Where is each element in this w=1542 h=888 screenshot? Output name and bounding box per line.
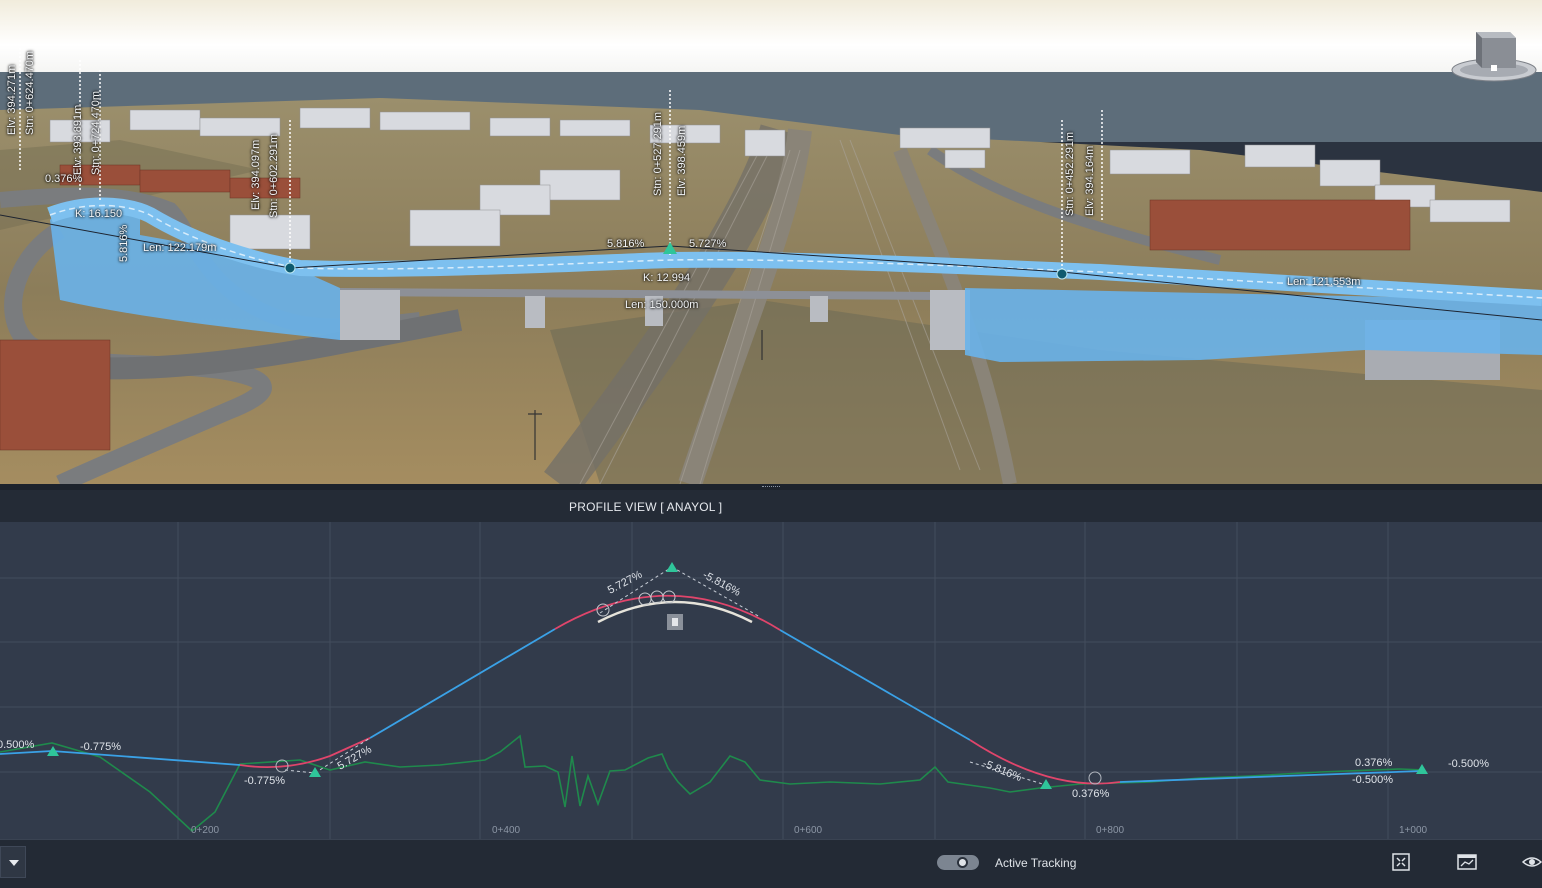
len-right-label: Len: 121.553m [1287, 276, 1361, 288]
grade-left-vertical-label: 5.816% [118, 224, 130, 262]
eye-icon[interactable] [1522, 852, 1542, 872]
station-left2-label: Stn: 0+724.470m [90, 90, 102, 175]
k-value-left-label: K: 16.150 [75, 208, 123, 220]
grade-right-top-label: 5.727% [689, 238, 727, 250]
station-tick-4: 1+000 [1399, 825, 1428, 836]
fullscreen-icon[interactable] [1391, 852, 1411, 872]
profile-chart-icon[interactable] [1457, 852, 1477, 872]
view-cube-icon[interactable] [1450, 26, 1538, 90]
station-left1-label: Stn: 0+624.470m [24, 50, 36, 135]
station-right-label: Stn: 0+452.291m [1064, 131, 1076, 216]
station-center-label: Stn: 0+527.291m [652, 111, 664, 196]
grade-label-right-b: 0.376% [1072, 788, 1110, 800]
chevron-down-icon [9, 860, 19, 866]
grade-label-top-right: -5.816% [701, 569, 743, 599]
3d-scene-graphic [0, 0, 1542, 484]
k-value-center-label: K: 12.994 [643, 272, 691, 284]
profile-view-title: PROFILE VIEW [ ANAYOL ] [569, 500, 723, 514]
profile-view-panel[interactable]: 0.500% -0.775% -0.775% 5.727% 5.727% -5.… [0, 522, 1542, 839]
len-center-label: Len: 150.000m [625, 299, 699, 311]
grade-label-left-b: -0.775% [244, 775, 285, 787]
station-tick-1: 0+400 [492, 825, 521, 836]
station-tick-3: 0+800 [1096, 825, 1125, 836]
grade-label-right-a: -5.816% [981, 758, 1024, 785]
3d-viewport[interactable]: K: 16.150 Len: 122.179m 5.816% 5.727% K:… [0, 0, 1542, 484]
elevation-left2-label: Elv: 393.891m [72, 104, 84, 175]
active-tracking-label: Active Tracking [995, 856, 1077, 870]
grade-label-left-c: 5.727% [336, 743, 374, 772]
toggle-knob [957, 857, 968, 868]
grade-label-far-a: 0.376% [1355, 757, 1393, 769]
elevation-right-label: Elv: 394.164m [1084, 145, 1096, 216]
grade-label-far-b: -0.500% [1352, 774, 1393, 786]
profile-graph: 0.500% -0.775% -0.775% 5.727% 5.727% -5.… [0, 522, 1542, 839]
bottom-toolbar [0, 839, 1542, 888]
grade-label-top-left: 5.727% [606, 568, 645, 596]
elevation-center-label: Elv: 398.459m [676, 125, 688, 196]
grade-label-left-edge: 0.500% [0, 739, 35, 751]
elevation-left1-label: Elv: 394.271m [6, 64, 18, 135]
dropdown-button[interactable] [0, 846, 26, 878]
profile-view-header [0, 490, 1542, 522]
grade-label-left-a: -0.775% [80, 741, 121, 753]
splitter-grip-icon[interactable] [762, 486, 780, 489]
station-tick-2: 0+600 [794, 825, 823, 836]
station-tick-0: 0+200 [191, 825, 220, 836]
station-mid-label: Stn: 0+602.291m [268, 133, 280, 218]
elevation-mid-label: Elv: 394.097m [250, 139, 262, 210]
grade-label-far-c: -0.500% [1448, 758, 1489, 770]
active-tracking-toggle[interactable] [937, 855, 979, 870]
len-left-label: Len: 122.179m [143, 242, 217, 254]
grade-left-top-label: 5.816% [607, 238, 645, 250]
